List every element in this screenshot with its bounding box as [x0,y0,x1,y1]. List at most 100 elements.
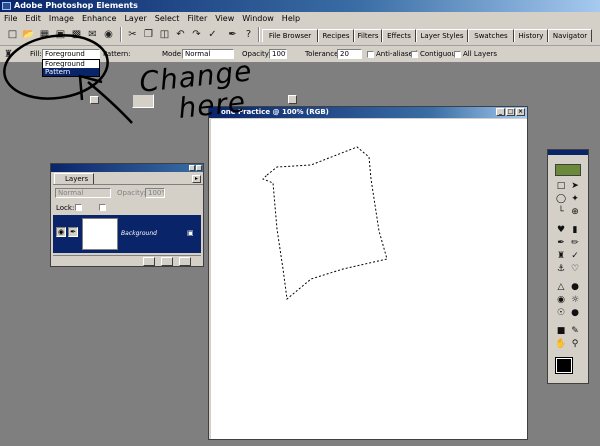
paste-icon[interactable]: ◫ [158,28,171,41]
redo-icon[interactable]: ↷ [190,28,203,41]
tab-navigator[interactable]: Navigator [548,29,592,42]
opacity-arrow-icon[interactable] [288,95,297,104]
marquee-tool-icon[interactable]: □ [555,180,567,192]
eyedropper-tool-icon[interactable]: ✓ [569,250,581,262]
paint-bucket-tool-icon[interactable]: ♜ [555,250,567,262]
email-icon[interactable]: ✉ [86,28,99,41]
step-icon[interactable]: ✓ [206,28,219,41]
tab-layers[interactable]: Layers [54,173,94,184]
toolbar-separator [258,27,260,42]
new-file-icon[interactable]: □ [6,28,19,41]
close-icon[interactable]: × [516,108,525,116]
save-icon[interactable]: ▣ [54,28,67,41]
tab-recipes[interactable]: Recipes [318,29,354,42]
close-icon[interactable] [196,165,202,171]
brush-tool-icon[interactable]: ✒ [555,237,567,249]
layer-opacity-input[interactable]: 100% [145,188,165,198]
undo-icon[interactable]: ↶ [174,28,187,41]
palette-menu-icon[interactable]: ▸ [192,175,201,183]
quick-fix-icon[interactable]: ✒ [226,28,239,41]
stamp-tool-icon[interactable]: ⚓ [555,263,567,275]
layer-name: Background [121,230,157,237]
app-title-bar: Adobe Photoshop Elements [0,0,600,12]
blur-tool-icon[interactable]: △ [555,281,567,293]
maximize-icon[interactable]: □ [506,108,515,116]
online-services-icon[interactable]: ◉ [102,28,115,41]
zoom-tool-icon[interactable]: ⚲ [569,338,581,350]
tab-layer-styles[interactable]: Layer Styles [416,29,468,42]
layers-palette-titlebar[interactable] [51,164,203,172]
water-drop-icon[interactable]: ● [569,281,581,293]
minimize-icon[interactable] [189,165,195,171]
dodge-tool-icon[interactable]: ● [569,307,581,319]
tab-effects[interactable]: Effects [382,29,416,42]
print-icon[interactable]: ▩ [70,28,83,41]
gradient-tool-icon[interactable]: ▮ [569,224,581,236]
mode-label: Mode: [162,50,184,58]
menu-view[interactable]: View [215,14,234,23]
menu-help[interactable]: Help [282,14,300,23]
shape-tool-icon[interactable]: ♥ [555,224,567,236]
menu-select[interactable]: Select [155,14,180,23]
trash-icon[interactable] [179,257,191,266]
eyedropper-icon[interactable]: ✎ [569,325,581,337]
tab-filters[interactable]: Filters [354,29,382,42]
foreground-color-swatch[interactable] [555,357,573,374]
toolbar-separator [120,27,122,42]
blend-mode-select[interactable]: Normal [55,188,111,198]
move-tool-icon[interactable]: ➤ [569,180,581,192]
lasso-tool-icon[interactable]: ◯ [555,193,567,205]
brush-icon[interactable]: ✒ [68,227,78,237]
pencil-tool-icon[interactable]: ✏ [569,237,581,249]
burn-tool-icon[interactable]: ☼ [569,294,581,306]
cut-icon[interactable]: ✂ [126,28,139,41]
menu-image[interactable]: Image [49,14,74,23]
hand-tool-icon[interactable]: ✋ [555,338,567,350]
adjustment-layer-icon[interactable] [143,257,155,266]
copy-icon[interactable]: ❐ [142,28,155,41]
document-window: one Practice @ 100% (RGB) _ □ × [208,106,528,440]
app-icon [2,2,11,10]
tab-file-browser[interactable]: File Browser [262,29,318,42]
help-icon[interactable]: ? [242,28,255,41]
open-file-icon[interactable]: 📂 [22,28,35,41]
layer-opacity-value: 100% [148,189,164,197]
menu-bar: File Edit Image Enhance Layer Select Fil… [0,12,600,24]
lock-all-checkbox[interactable] [99,204,106,211]
all-layers-checkbox[interactable] [454,51,461,58]
menu-edit[interactable]: Edit [25,14,41,23]
new-layer-icon[interactable] [161,257,173,266]
smudge-tool-icon[interactable]: ♡ [569,263,581,275]
toolbox-titlebar[interactable] [548,150,588,155]
contiguous-checkbox[interactable] [411,51,418,58]
fill-select[interactable]: Foreground [42,49,100,59]
opacity-input[interactable]: 100% [269,49,287,59]
chevron-down-icon[interactable] [90,96,99,104]
fill-option-foreground[interactable]: Foreground [43,60,99,68]
fill-option-pattern[interactable]: Pattern [43,68,99,76]
menu-window[interactable]: Window [242,14,274,23]
layer-row[interactable]: ◉ ✒ Background ▣ [53,215,201,253]
crop-tool-icon[interactable]: └ [555,206,567,218]
tab-history[interactable]: History [514,29,548,42]
zoom-in-icon[interactable]: ⊕ [569,206,581,218]
menu-filter[interactable]: Filter [187,14,207,23]
menu-enhance[interactable]: Enhance [82,14,117,23]
browse-icon[interactable]: ▦ [38,28,51,41]
menu-layer[interactable]: Layer [124,14,146,23]
anti-aliased-checkbox[interactable] [367,51,374,58]
minimize-icon[interactable]: _ [496,108,505,116]
sponge-tool-icon[interactable]: ◉ [555,294,567,306]
tab-swatches[interactable]: Swatches [468,29,514,42]
custom-shape-icon[interactable]: ■ [555,325,567,337]
document-titlebar[interactable]: one Practice @ 100% (RGB) _ □ × [209,107,527,118]
tolerance-input[interactable]: 20 [337,49,362,59]
magic-wand-icon[interactable]: ✦ [569,193,581,205]
paint-bucket-icon[interactable]: ♜ [2,48,15,61]
menu-file[interactable]: File [4,14,17,23]
layer-opacity-label: Opacity: [117,189,146,197]
document-canvas[interactable] [211,119,527,439]
eye-icon[interactable]: ◉ [56,227,66,237]
lock-transparency-checkbox[interactable] [75,204,82,211]
red-eye-tool-icon[interactable]: ☉ [555,307,567,319]
